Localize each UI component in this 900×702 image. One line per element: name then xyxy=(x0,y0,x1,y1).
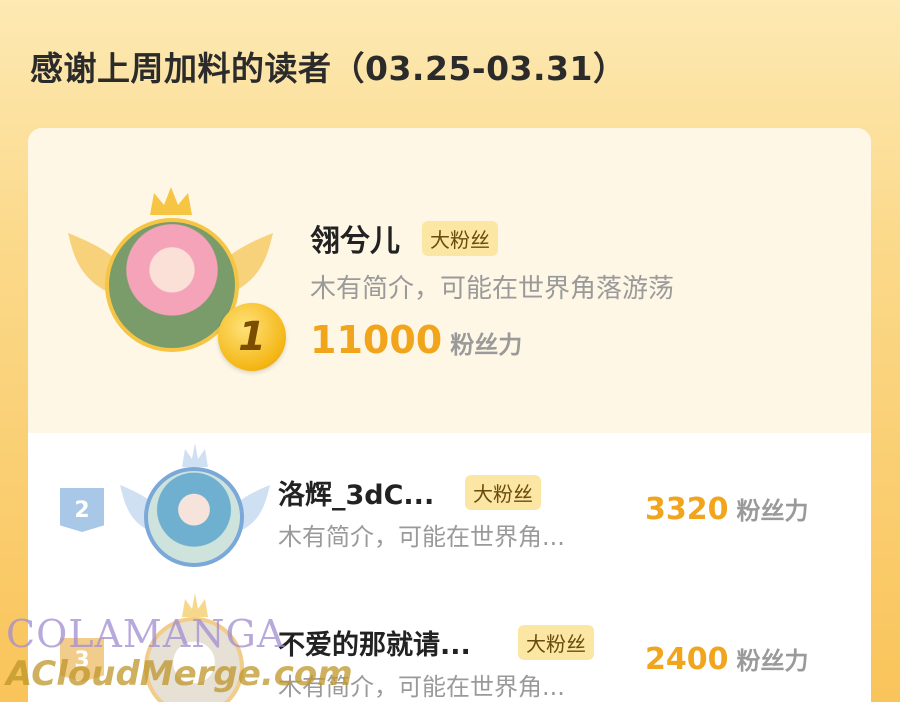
bronze-rank-badge-icon: 3 xyxy=(60,638,104,682)
reader-score: 3320 xyxy=(645,492,729,527)
top-reader-section[interactable]: 1 翎兮儿 大粉丝 木有简介，可能在世界角落游荡 11000 粉丝力 xyxy=(28,128,871,433)
reader-name[interactable]: 洛辉_3dC... xyxy=(278,473,434,512)
fan-level-tag: 大粉丝 xyxy=(465,475,541,510)
reader-score-row: 3320 粉丝力 xyxy=(645,491,809,527)
list-item[interactable]: 2 洛辉_3dC... 大粉丝 木有简介，可能在世界角... 3320 粉丝力 xyxy=(28,433,871,583)
gold-rank-medal-icon: 1 xyxy=(218,303,286,371)
readers-card: 1 翎兮儿 大粉丝 木有简介，可能在世界角落游荡 11000 粉丝力 2 洛辉_3… xyxy=(28,128,871,702)
score-unit: 粉丝力 xyxy=(736,647,809,675)
top-reader-name[interactable]: 翎兮儿 xyxy=(310,216,400,260)
top-reader-intro: 木有简介，可能在世界角落游荡 xyxy=(310,274,675,304)
reader-avatar[interactable] xyxy=(144,467,244,567)
page-title: 感谢上周加料的读者（03.25-03.31） xyxy=(30,49,627,88)
silver-rank-badge-icon: 2 xyxy=(60,488,104,532)
reader-intro: 木有简介，可能在世界角... xyxy=(278,523,565,551)
top-reader-avatar-frame: 1 xyxy=(68,183,286,383)
reader-avatar-frame xyxy=(120,441,270,581)
reader-score: 2400 xyxy=(645,642,729,677)
fan-level-tag: 大粉丝 xyxy=(518,625,594,660)
fan-level-tag: 大粉丝 xyxy=(422,221,498,256)
reader-avatar-frame xyxy=(120,591,270,702)
reader-name[interactable]: 不爱的那就请... xyxy=(278,623,471,662)
top-reader-score-row: 11000 粉丝力 xyxy=(310,318,522,362)
list-item[interactable]: 3 不爱的那就请... 大粉丝 木有简介，可能在世界角... 2400 粉丝力 xyxy=(28,583,871,702)
reader-score-row: 2400 粉丝力 xyxy=(645,641,809,677)
score-unit: 粉丝力 xyxy=(736,497,809,525)
top-reader-score: 11000 xyxy=(310,318,443,362)
score-unit: 粉丝力 xyxy=(450,331,523,359)
reader-intro: 木有简介，可能在世界角... xyxy=(278,673,565,701)
